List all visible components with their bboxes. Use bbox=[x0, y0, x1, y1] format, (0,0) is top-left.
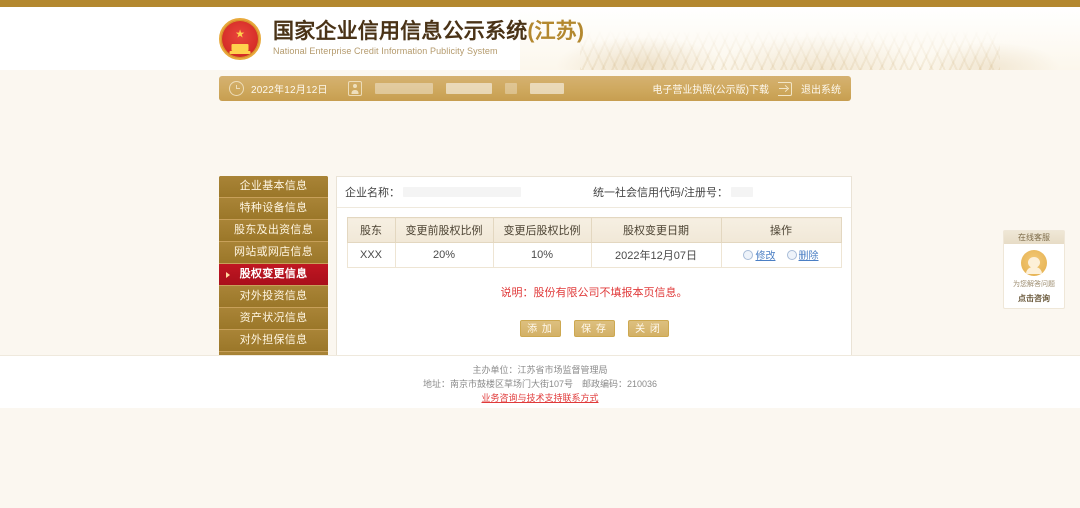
clock-icon bbox=[229, 81, 244, 96]
online-service-widget[interactable]: 在线客服 为您解答问题 点击咨询 bbox=[1003, 230, 1065, 309]
emblem-star-glyph: ★ bbox=[235, 29, 245, 40]
page-bottom-fill bbox=[0, 408, 1080, 508]
sidebar-item-website-store[interactable]: 网站或网店信息 bbox=[219, 242, 328, 264]
redacted-company-name-2 bbox=[446, 83, 492, 94]
site-title-main: 国家企业信用信息公示系统 bbox=[273, 20, 527, 43]
sidebar-item-equity-change[interactable]: 股权变更信息 bbox=[219, 264, 328, 286]
navbar-right-group: 电子营业执照(公示版)下载 退出系统 bbox=[652, 81, 841, 96]
user-icon bbox=[348, 81, 362, 96]
redacted-company-name-3 bbox=[505, 83, 517, 94]
cell-shareholder: XXX bbox=[347, 243, 395, 268]
column-header-change-date: 股权变更日期 bbox=[591, 218, 721, 243]
sidebar-item-external-guarantee[interactable]: 对外担保信息 bbox=[219, 330, 328, 352]
column-header-shareholder: 股东 bbox=[347, 218, 395, 243]
service-widget-subtitle: 为您解答问题 bbox=[1004, 279, 1064, 289]
edit-row-button[interactable]: 修改 bbox=[743, 247, 775, 262]
edit-label: 修改 bbox=[755, 247, 775, 262]
cell-after-ratio: 10% bbox=[493, 243, 591, 268]
header-brand: ★ 国家企业信用信息公示系统(江苏) National Enterprise C… bbox=[219, 7, 584, 70]
company-name-value bbox=[403, 187, 521, 197]
add-button[interactable]: 添 加 bbox=[520, 320, 561, 337]
site-title-province: (江苏) bbox=[527, 20, 584, 43]
great-wall-watermark-art bbox=[520, 7, 1080, 70]
company-name-label: 企业名称： bbox=[345, 184, 400, 200]
column-header-operations: 操作 bbox=[721, 218, 841, 243]
delete-icon bbox=[787, 250, 797, 260]
site-header: ★ 国家企业信用信息公示系统(江苏) National Enterprise C… bbox=[0, 7, 1080, 70]
ebusiness-license-download-link[interactable]: 电子营业执照(公示版)下载 bbox=[652, 81, 769, 96]
emblem-gate-shape bbox=[232, 44, 249, 51]
site-title-block: 国家企业信用信息公示系统(江苏) National Enterprise Cre… bbox=[273, 21, 584, 56]
footer-contact-link[interactable]: 业务咨询与技术支持联系方式 bbox=[481, 393, 598, 403]
sidebar-item-shareholder-contribution[interactable]: 股东及出资信息 bbox=[219, 220, 328, 242]
site-footer: 主办单位：江苏省市场监督管理局 地址：南京市鼓楼区草场门大街107号 邮政编码：… bbox=[0, 355, 1080, 408]
cell-before-ratio: 20% bbox=[395, 243, 493, 268]
user-navigation-bar: 2022年12月12日 电子营业执照(公示版)下载 退出系统 bbox=[219, 76, 851, 101]
logout-link[interactable]: 退出系统 bbox=[801, 81, 841, 96]
delete-label: 删除 bbox=[799, 247, 819, 262]
form-action-buttons: 添 加 保 存 关 闭 bbox=[337, 320, 851, 337]
sidebar-item-external-investment[interactable]: 对外投资信息 bbox=[219, 286, 328, 308]
column-header-after-ratio: 变更后股权比例 bbox=[493, 218, 591, 243]
edit-icon bbox=[743, 250, 753, 260]
credit-code-value bbox=[731, 187, 753, 197]
logout-icon[interactable] bbox=[778, 82, 792, 96]
sidebar-item-special-equipment[interactable]: 特种设备信息 bbox=[219, 198, 328, 220]
form-note: 说明：股份有限公司不填报本页信息。 bbox=[337, 284, 851, 300]
site-title-english: National Enterprise Credit Information P… bbox=[273, 47, 584, 56]
service-widget-title: 在线客服 bbox=[1004, 231, 1064, 244]
service-widget-consult-button[interactable]: 点击咨询 bbox=[1004, 293, 1064, 304]
credit-code-label: 统一社会信用代码/注册号： bbox=[593, 184, 728, 200]
redacted-company-name-4 bbox=[530, 83, 564, 94]
national-emblem-icon: ★ bbox=[219, 18, 261, 60]
save-button[interactable]: 保 存 bbox=[574, 320, 615, 337]
close-button[interactable]: 关 闭 bbox=[628, 320, 669, 337]
column-header-before-ratio: 变更前股权比例 bbox=[395, 218, 493, 243]
service-agent-avatar-icon bbox=[1021, 250, 1047, 276]
equity-change-table: 股东 变更前股权比例 变更后股权比例 股权变更日期 操作 XXX 20% 10%… bbox=[347, 217, 842, 268]
navbar-left-group: 2022年12月12日 bbox=[229, 81, 564, 96]
company-identity-bar: 企业名称： 统一社会信用代码/注册号： bbox=[337, 177, 851, 208]
page-title: 国家企业信用信息公示系统(江苏) bbox=[273, 21, 584, 43]
table-row: XXX 20% 10% 2022年12月07日 修改 删除 bbox=[347, 243, 841, 268]
footer-organizer: 主办单位：江苏省市场监督管理局 bbox=[0, 363, 1080, 377]
page-body: 2022年12月12日 电子营业执照(公示版)下载 退出系统 企业基本信息 特种… bbox=[0, 70, 1080, 362]
cell-operations: 修改 删除 bbox=[721, 243, 841, 268]
delete-row-button[interactable]: 删除 bbox=[787, 247, 819, 262]
redacted-company-name-1 bbox=[375, 83, 433, 94]
sidebar-item-asset-status[interactable]: 资产状况信息 bbox=[219, 308, 328, 330]
cell-change-date: 2022年12月07日 bbox=[591, 243, 721, 268]
top-accent-bar bbox=[0, 0, 1080, 7]
current-date-label: 2022年12月12日 bbox=[251, 81, 328, 96]
sidebar-item-basic-info[interactable]: 企业基本信息 bbox=[219, 176, 328, 198]
footer-address: 地址：南京市鼓楼区草场门大街107号 邮政编码：210036 bbox=[0, 377, 1080, 391]
table-header-row: 股东 变更前股权比例 变更后股权比例 股权变更日期 操作 bbox=[347, 218, 841, 243]
